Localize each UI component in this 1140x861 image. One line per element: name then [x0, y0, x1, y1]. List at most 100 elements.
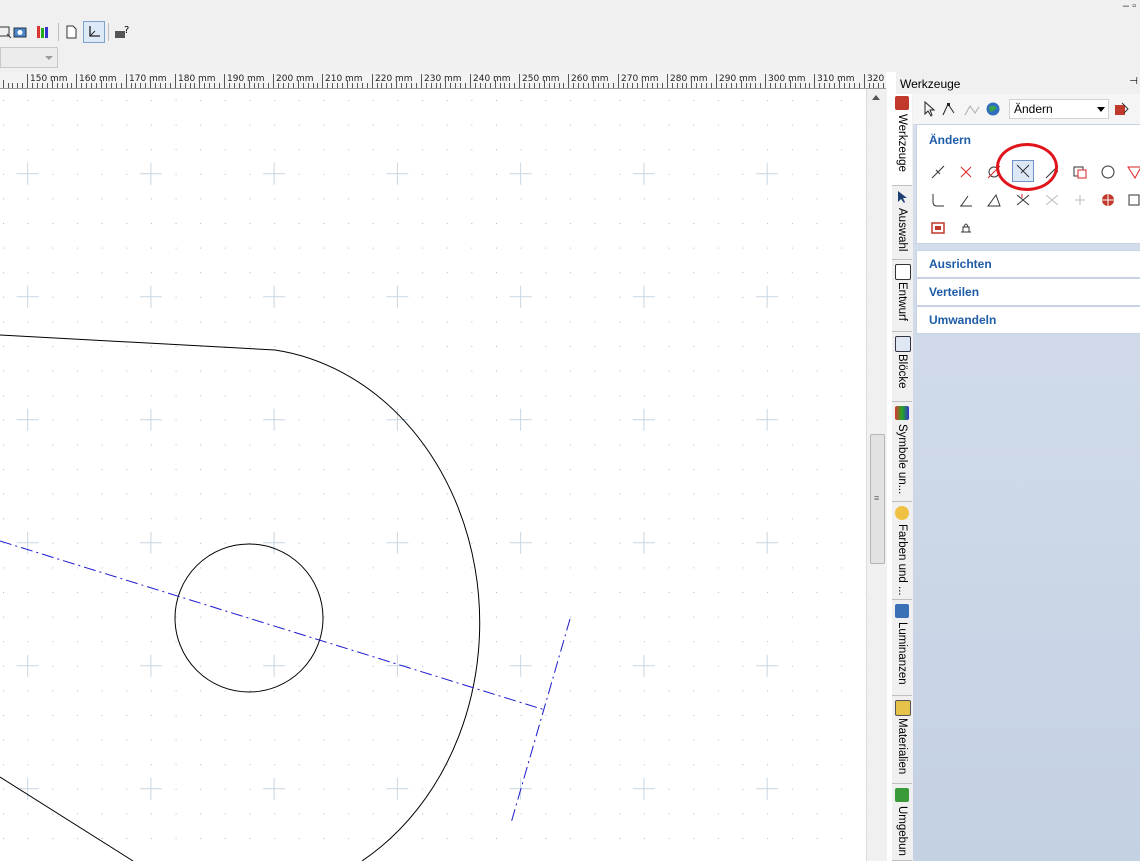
grid-dot	[496, 838, 497, 839]
tab-luminanzen[interactable]: Luminanzen	[892, 602, 912, 696]
scale-icon[interactable]	[1069, 189, 1091, 211]
ruler-minor-tick	[460, 83, 461, 88]
grid-dot	[717, 321, 719, 323]
trim-icon[interactable]	[927, 161, 949, 183]
grid-dot	[101, 321, 103, 323]
tab-umgebung[interactable]: Umgebun	[892, 786, 912, 861]
ruler-minor-tick	[86, 83, 87, 88]
options-icon[interactable]	[1113, 101, 1129, 117]
camera-icon[interactable]	[10, 21, 32, 43]
outline-bottom-line[interactable]	[0, 776, 134, 861]
coordinate-system-icon[interactable]	[83, 21, 105, 43]
grid-dot	[348, 296, 350, 298]
join-icon[interactable]	[1041, 189, 1063, 211]
grid-dot	[594, 395, 596, 397]
group-icon[interactable]	[1123, 189, 1140, 211]
grid-dot	[569, 813, 571, 815]
cad-drawing[interactable]	[0, 89, 866, 861]
tab-auswahl[interactable]: Auswahl	[892, 188, 912, 260]
grid-dot	[668, 690, 670, 692]
tab-werkzeuge[interactable]: Werkzeuge	[892, 94, 912, 186]
scroll-up-icon[interactable]	[872, 95, 880, 100]
grid-cross	[386, 777, 409, 800]
grid-dot	[545, 296, 547, 298]
layer-combobox[interactable]	[0, 47, 58, 68]
grid-dot	[372, 198, 374, 200]
group-verteilen[interactable]: Verteilen	[916, 278, 1140, 306]
grid-dot	[126, 149, 128, 151]
window-controls[interactable]: – ▫	[1123, 0, 1136, 12]
print-area-icon[interactable]	[927, 216, 949, 238]
vertex-select-icon[interactable]	[941, 101, 957, 117]
chamfer-icon[interactable]	[955, 189, 977, 211]
settings-help-icon[interactable]: ?	[111, 21, 133, 43]
scrollbar-thumb[interactable]: ≡	[870, 434, 885, 564]
grid-dot	[101, 247, 103, 249]
perpendicular-axis-line[interactable]	[510, 618, 571, 824]
grid-dot	[298, 542, 300, 544]
grid-dot	[3, 690, 4, 692]
fillet-icon[interactable]	[927, 189, 949, 211]
grid-dot	[594, 567, 596, 569]
grid-dot	[224, 198, 226, 200]
category-select[interactable]: Ändern	[1009, 99, 1109, 119]
grid-dot	[643, 223, 645, 224]
multi-select-icon[interactable]	[963, 101, 980, 117]
circle-icon[interactable]	[1097, 161, 1119, 183]
color-bars-icon[interactable]	[32, 21, 54, 43]
grid-dot	[693, 665, 695, 667]
outline-top-line[interactable]	[0, 334, 276, 351]
new-page-icon[interactable]	[60, 21, 82, 43]
grid-dot	[175, 469, 177, 470]
tab-symbole[interactable]: Symbole un...	[892, 404, 912, 502]
delete-segment-icon[interactable]	[955, 161, 977, 183]
grid-cross	[139, 531, 162, 554]
group-ausrichten[interactable]: Ausrichten	[916, 250, 1140, 278]
grid-dot	[348, 370, 350, 372]
grid-dot	[3, 247, 4, 249]
triangle-icon[interactable]	[1123, 161, 1140, 183]
copy-icon[interactable]	[1069, 161, 1091, 183]
grid-dot	[643, 641, 645, 643]
pin-icon[interactable]: ⊣	[1129, 76, 1138, 87]
pointer-icon[interactable]	[921, 100, 937, 117]
outline-arc[interactable]	[274, 349, 481, 861]
grid-dot	[693, 419, 695, 421]
grid-dot	[348, 247, 350, 249]
grid-dot	[471, 665, 473, 667]
grid-dot	[816, 100, 818, 101]
grid-dot	[200, 469, 202, 470]
grid-dot	[101, 592, 103, 593]
tab-entwurf[interactable]: Entwurf	[892, 262, 912, 332]
split-icon[interactable]	[1012, 189, 1034, 211]
angle-icon[interactable]	[983, 189, 1005, 211]
ruler-minor-tick	[377, 83, 378, 88]
stamp-icon[interactable]	[955, 216, 977, 238]
grid-dot	[717, 641, 719, 643]
ruler-minor-tick	[37, 83, 38, 88]
grid-dot	[545, 395, 547, 397]
hole-circle[interactable]	[174, 543, 324, 693]
grid-cross	[263, 162, 286, 185]
grid-dot	[150, 493, 152, 495]
grid-dot	[3, 198, 4, 200]
grid-dot	[101, 272, 103, 274]
ruler-minor-tick	[647, 83, 648, 88]
globe-icon[interactable]	[985, 101, 1001, 117]
vertical-scrollbar[interactable]: ≡	[866, 89, 887, 861]
drawing-canvas[interactable]	[0, 89, 866, 861]
tab-bloecke[interactable]: Blöcke	[892, 334, 912, 402]
group-title-aendern[interactable]: Ändern	[929, 133, 971, 147]
ruler-minor-tick	[268, 83, 269, 88]
center-axis-line[interactable]	[0, 540, 546, 711]
tab-materialien[interactable]: Materialien	[892, 698, 912, 784]
grid-dot	[742, 272, 744, 274]
tab-farben[interactable]: Farben und ...	[892, 504, 912, 600]
group-umwandeln[interactable]: Umwandeln	[916, 306, 1140, 334]
grid-dot	[249, 272, 251, 274]
grid-dot	[27, 198, 29, 200]
grid-dot	[422, 665, 424, 667]
explode-icon[interactable]	[1097, 189, 1119, 211]
grid-dot	[150, 690, 152, 692]
ruler-minor-tick	[746, 83, 747, 88]
